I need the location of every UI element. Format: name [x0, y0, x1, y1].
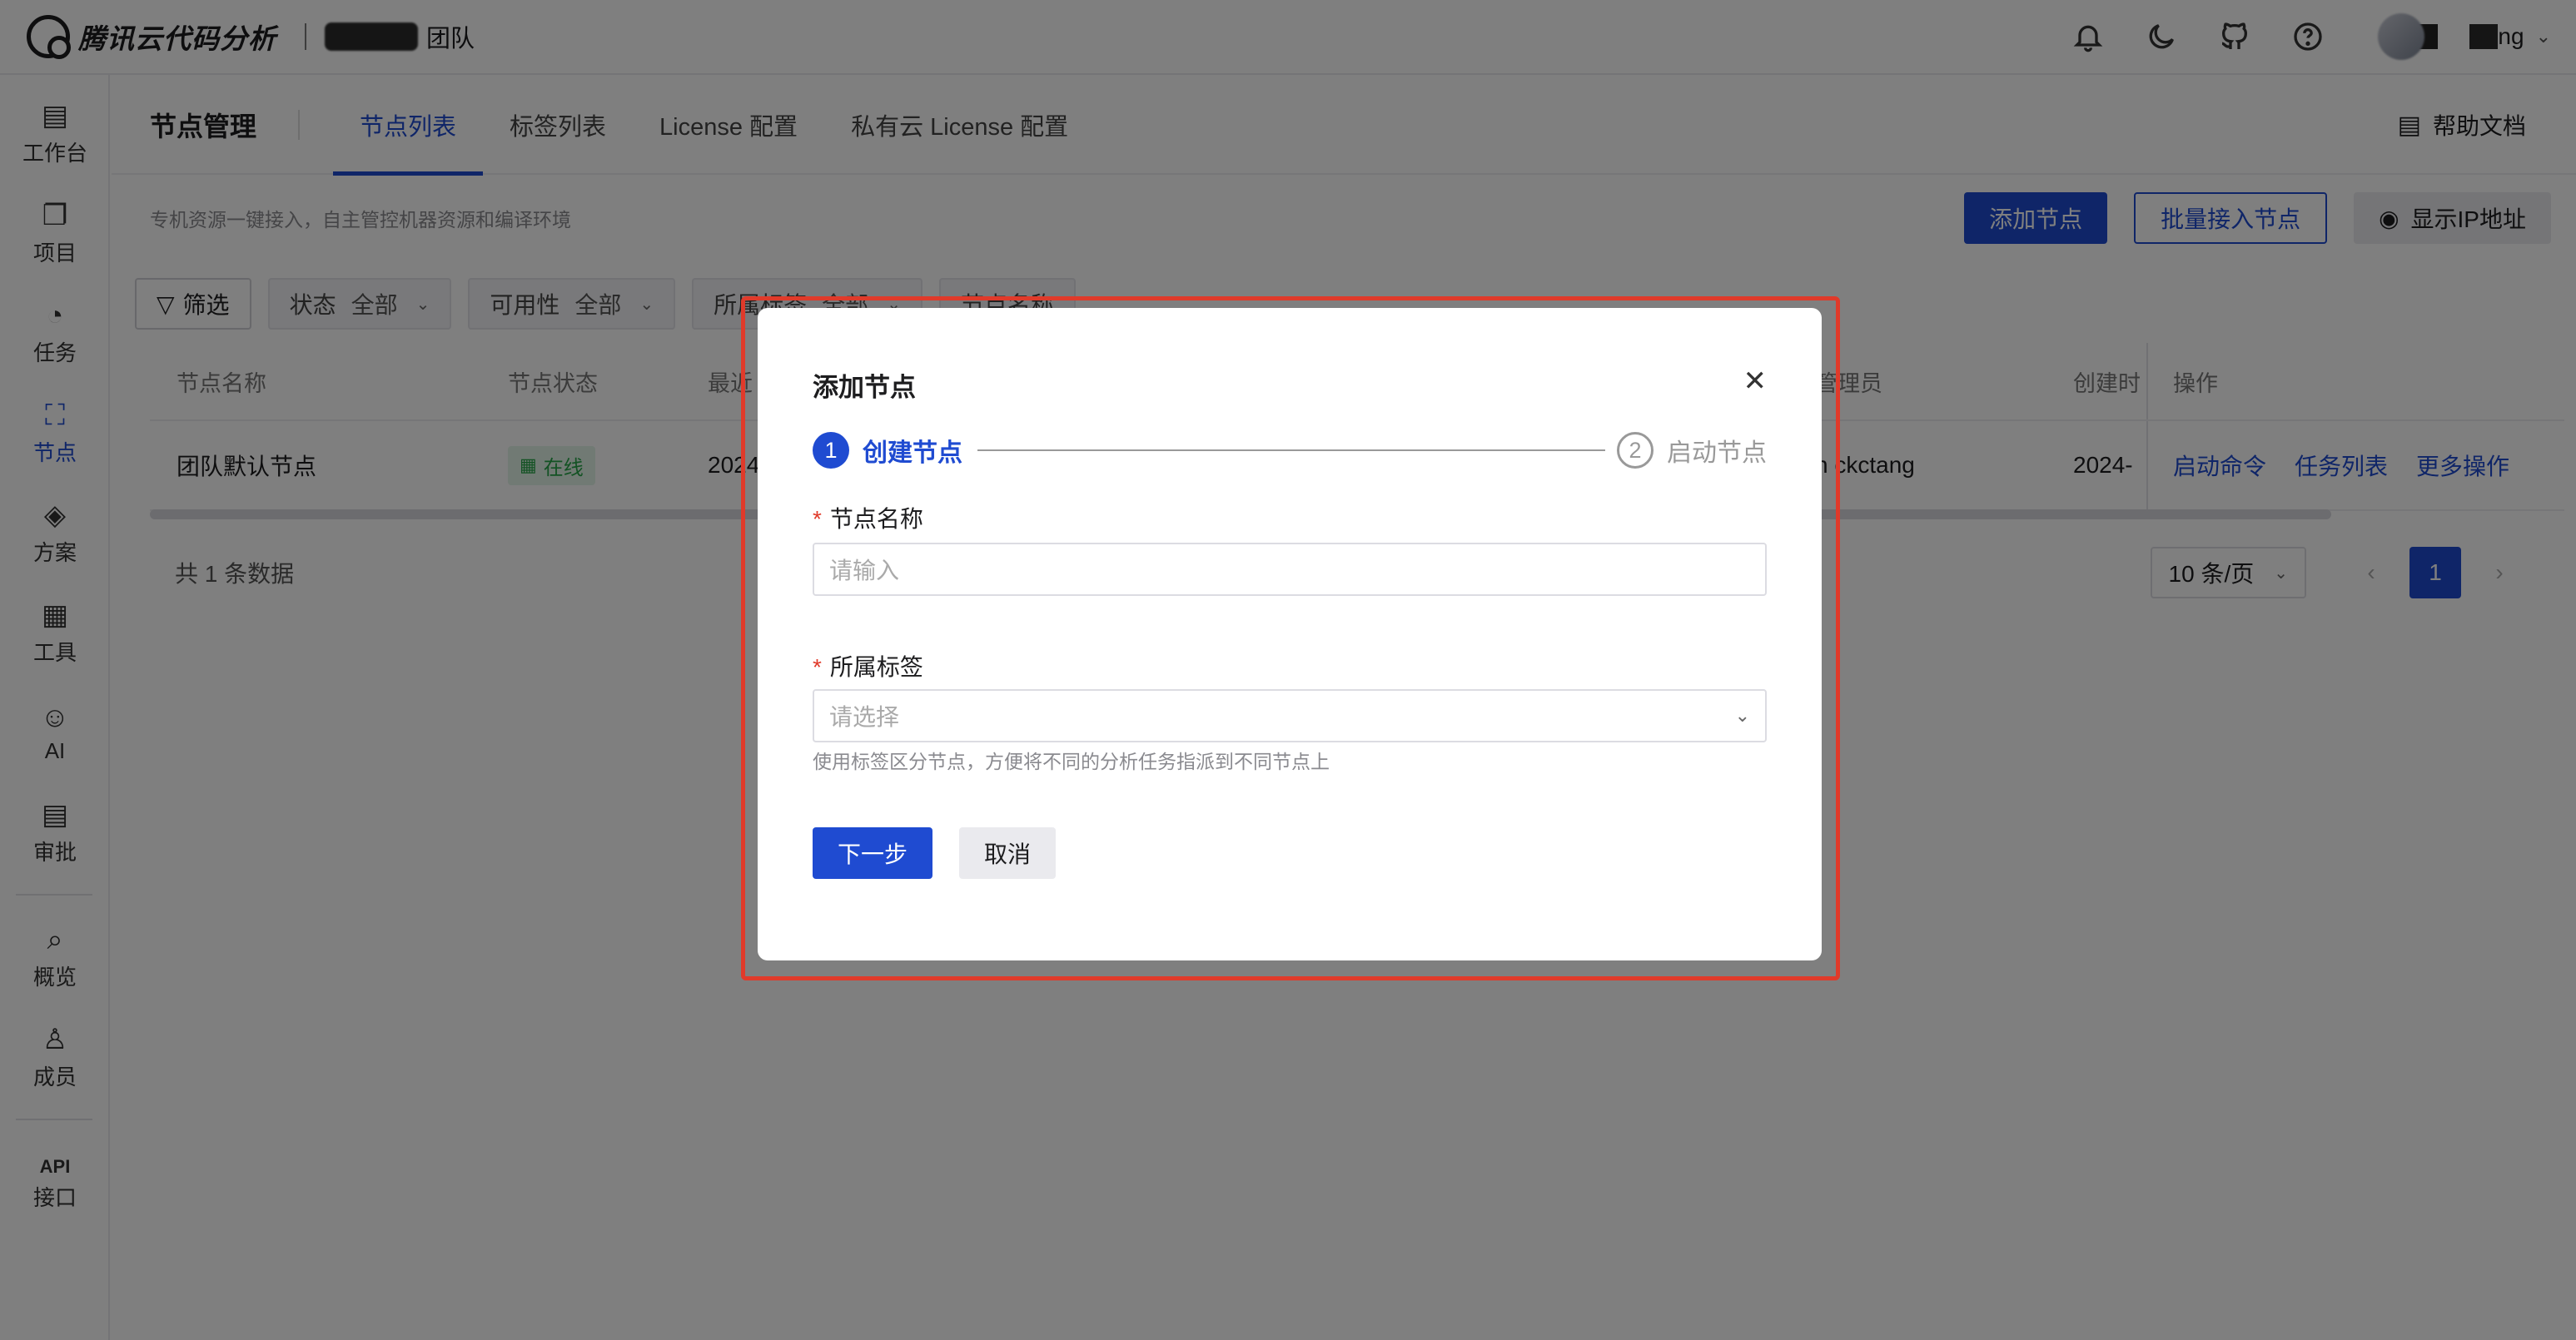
- required-asterisk: *: [813, 654, 822, 680]
- tag-field-label: * 所属标签: [813, 649, 923, 682]
- tag-label-text: 所属标签: [829, 654, 923, 680]
- step-1-indicator: 1: [813, 432, 849, 469]
- required-asterisk: *: [813, 506, 822, 532]
- tag-placeholder: 请选择: [829, 704, 900, 730]
- node-name-field-label: * 节点名称: [813, 501, 923, 534]
- node-name-input[interactable]: 请输入: [813, 543, 1767, 596]
- chevron-down-icon: ⌄: [1734, 705, 1750, 726]
- close-icon[interactable]: ✕: [1743, 365, 1768, 398]
- next-step-button[interactable]: 下一步: [813, 827, 933, 879]
- tag-hint: 使用标签区分节点，方便将不同的分析任务指派到不同节点上: [813, 751, 1330, 772]
- node-name-placeholder: 请输入: [829, 558, 900, 583]
- step-connector: [977, 449, 1605, 451]
- dialog-title: 添加节点: [813, 373, 916, 402]
- step-2-indicator: 2: [1617, 432, 1654, 469]
- cancel-button[interactable]: 取消: [959, 827, 1057, 879]
- add-node-dialog: 添加节点 ✕ 1 创建节点 2 启动节点 * 节点名称 请输入 * 所属标签 请选择…: [758, 308, 1822, 960]
- step-2-label: 启动节点: [1667, 439, 1767, 467]
- dialog-actions: 下一步 取消: [813, 827, 1057, 879]
- node-name-label-text: 节点名称: [829, 506, 923, 532]
- step-1-label: 创建节点: [863, 439, 962, 467]
- tag-select[interactable]: 请选择 ⌄: [813, 689, 1767, 742]
- stepper: 1 创建节点 2 启动节点: [813, 429, 1767, 471]
